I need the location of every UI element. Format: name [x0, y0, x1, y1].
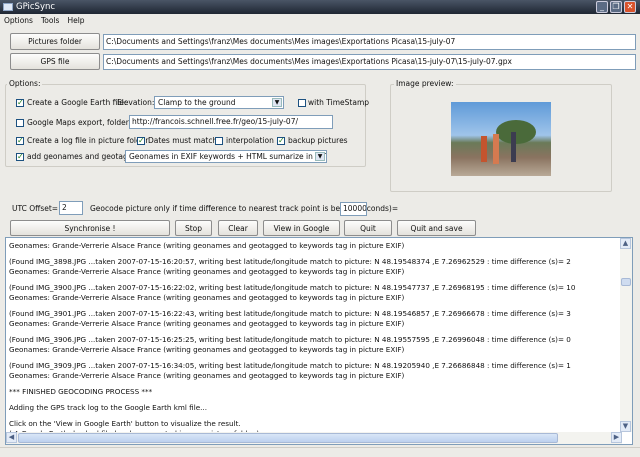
log-line: Adding the GPS track log to the Google E…	[9, 403, 207, 412]
geocode-threshold-input[interactable]: 10000	[340, 202, 367, 216]
pictures-folder-input[interactable]: C:\Documents and Settings\franz\Mes docu…	[103, 34, 636, 50]
log-line: Click on the 'View in Google Earth' butt…	[9, 419, 241, 428]
elevation-select[interactable]: Clamp to the ground ▼	[154, 96, 284, 109]
menu-bar: Options Tools Help	[0, 14, 640, 27]
log-line: Geonames: Grande-Verrerie Alsace France …	[9, 319, 405, 328]
timestamp-label: with TimeStamp	[308, 98, 370, 107]
chevron-down-icon: ▼	[272, 98, 282, 107]
log-line: (Found IMG_3906.JPG ...taken 2007-07-15-…	[9, 335, 571, 344]
utc-offset-input[interactable]: 2	[59, 201, 83, 215]
log-file-label: Create a log file in picture folder	[27, 136, 149, 145]
log-line: Geonames: Grande-Verrerie Alsace France …	[9, 241, 405, 250]
utc-offset-label: UTC Offset=	[12, 204, 59, 213]
log-line: Geonames: Grande-Verrerie Alsace France …	[9, 345, 405, 354]
quit-button[interactable]: Quit	[344, 220, 392, 236]
quit-save-button[interactable]: Quit and save settings	[397, 220, 476, 248]
log-line: (Found IMG_3900.JPG ...taken 2007-07-15-…	[9, 283, 576, 292]
log-line: (Found IMG_3898.JPG ...taken 2007-07-15-…	[9, 257, 571, 266]
scroll-down-icon[interactable]: ▼	[620, 421, 631, 432]
log-line: (Found IMG_3909.JPG ...taken 2007-07-15-…	[9, 361, 571, 370]
timestamp-checkbox[interactable]	[298, 99, 306, 107]
title-bar: GPicSync	[0, 0, 640, 14]
vertical-scroll-thumb[interactable]	[621, 278, 631, 286]
gps-file-input[interactable]: C:\Documents and Settings\franz\Mes docu…	[103, 54, 636, 70]
dates-match-label: Dates must match	[148, 136, 218, 145]
log-lines: Geonames: Grande-Verrerie Alsace France …	[9, 241, 619, 439]
geonames-mode-select[interactable]: Geonames in EXIF keywords + HTML sumariz…	[125, 150, 327, 163]
scroll-right-icon[interactable]: ▶	[611, 432, 622, 443]
log-line: (Found IMG_3901.JPG ...taken 2007-07-15-…	[9, 309, 571, 318]
elevation-label: Elevation:	[117, 98, 155, 107]
image-preview-title: Image preview:	[394, 79, 456, 88]
horizontal-scrollbar[interactable]: ◀ ▶	[6, 432, 622, 444]
menu-tools[interactable]: Tools	[41, 16, 59, 25]
synchronise-button[interactable]: Synchronise !	[10, 220, 170, 236]
elevation-value: Clamp to the ground	[158, 98, 236, 107]
google-earth-label: Create a Google Earth file:	[27, 98, 127, 107]
window-title: GPicSync	[16, 2, 56, 12]
backup-checkbox[interactable]: ✓	[277, 137, 285, 145]
scroll-left-icon[interactable]: ◀	[6, 432, 17, 443]
app-icon	[3, 3, 13, 11]
stop-button[interactable]: Stop	[175, 220, 212, 236]
log-output[interactable]: Geonames: Grande-Verrerie Alsace France …	[5, 237, 633, 445]
menu-help[interactable]: Help	[67, 16, 84, 25]
log-line: Geonames: Grande-Verrerie Alsace France …	[9, 293, 405, 302]
gps-file-button[interactable]: GPS file	[10, 53, 100, 70]
interpolation-checkbox[interactable]	[215, 137, 223, 145]
status-bar	[0, 447, 640, 457]
horizontal-scroll-thumb[interactable]	[18, 433, 558, 443]
geonames-checkbox[interactable]: ✓	[16, 153, 24, 161]
google-earth-checkbox[interactable]: ✓	[16, 99, 24, 107]
chevron-down-icon: ▼	[315, 152, 325, 161]
dates-match-checkbox[interactable]: ✓	[137, 137, 145, 145]
log-file-checkbox[interactable]: ✓	[16, 137, 24, 145]
view-google-earth-button[interactable]: View in Google Earth	[263, 220, 340, 248]
geonames-mode-value: Geonames in EXIF keywords + HTML sumariz…	[129, 152, 326, 161]
interpolation-label: interpolation	[226, 136, 274, 145]
scroll-up-icon[interactable]: ▲	[620, 238, 631, 249]
log-line: Geonames: Grande-Verrerie Alsace France …	[9, 267, 405, 276]
maps-url-input[interactable]: http://francois.schnell.free.fr/geo/15-j…	[129, 115, 333, 129]
options-title: Options:	[7, 79, 43, 88]
log-line: Geonames: Grande-Verrerie Alsace France …	[9, 371, 405, 380]
log-line: *** FINISHED GEOCODING PROCESS ***	[9, 387, 153, 396]
image-preview	[451, 102, 551, 176]
clear-button[interactable]: Clear	[218, 220, 258, 236]
minimize-button[interactable]: _	[596, 1, 608, 13]
backup-label: backup pictures	[288, 136, 348, 145]
google-maps-checkbox[interactable]	[16, 119, 24, 127]
menu-options[interactable]: Options	[4, 16, 33, 25]
close-button[interactable]: ✕	[624, 1, 636, 13]
maximize-button[interactable]: ❐	[610, 1, 622, 13]
vertical-scrollbar[interactable]: ▲ ▼	[620, 238, 632, 432]
pictures-folder-button[interactable]: Pictures folder	[10, 33, 100, 50]
